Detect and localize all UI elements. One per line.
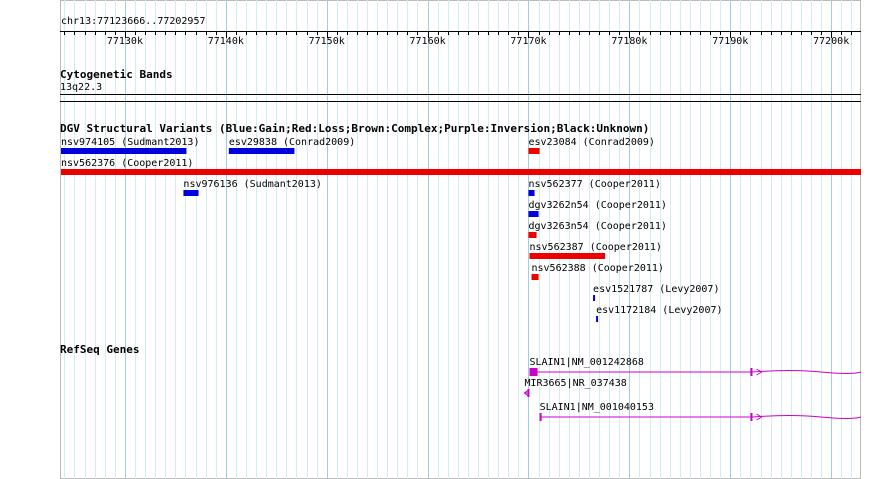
dgv-feature-label: dgv3263n54 (Cooper2011) [528,221,666,232]
dgv-feature[interactable]: nsv974105 (Sudmant2013) [61,137,199,154]
dgv-feature-label: esv29838 (Conrad2009) [229,137,355,148]
dgv-feature-label: nsv562377 (Cooper2011) [528,179,660,190]
dgv-feature-bar [528,148,540,154]
refseq-exon [750,368,753,376]
dgv-feature-bar [228,148,295,154]
ruler-tick-label: 77140k [208,36,244,47]
refseq-gene-label: MIR3665|NR_037438 [524,378,626,389]
dgv-feature-label: nsv976136 (Sudmant2013) [183,179,321,190]
refseq-exon [539,413,542,421]
dgv-feature-label: nsv562376 (Cooper2011) [61,158,193,169]
track-title-dgv: DGV Structural Variants (Blue:Gain;Red:L… [60,122,649,135]
dgv-feature-bar [528,211,539,217]
refseq-gene-label: SLAIN1|NM_001040153 [540,402,654,413]
track-title-cytoband: Cytogenetic Bands [60,68,173,81]
dgv-feature-label: nsv974105 (Sudmant2013) [61,137,199,148]
dgv-feature-bar [593,295,596,301]
dgv-feature-label: esv1172184 (Levy2007) [596,305,722,316]
locus-label: chr13:77123666..77202957 [61,16,206,27]
dgv-feature-label: nsv562387 (Cooper2011) [529,242,661,253]
dgv-feature-bar [528,190,535,196]
dgv-feature-label: esv23084 (Conrad2009) [528,137,654,148]
dgv-feature-bar [61,169,861,175]
dgv-feature-bar [528,232,537,238]
genome-browser-canvas: chr13:77123666..77202957 77130k 77140k 771… [60,0,862,479]
ruler-tick-label: 77130k [107,36,143,47]
ruler-tick-label: 77190k [712,36,748,47]
dgv-feature-bar [61,148,187,154]
refseq-gene-label: SLAIN1|NM_001242868 [529,357,643,368]
dgv-feature-bar [529,253,606,259]
dgv-feature-label: nsv562388 (Cooper2011) [532,263,664,274]
track-title-refseq: RefSeq Genes [60,343,139,356]
ruler-tick-label: 77150k [309,36,345,47]
dgv-feature-label: dgv3262n54 (Cooper2011) [528,200,666,211]
refseq-exon [529,368,538,376]
dgv-feature-label: esv1521787 (Levy2007) [593,284,719,295]
ruler-tick-label: 77180k [611,36,647,47]
cytoband-label: 13q22.3 [60,82,102,93]
dgv-feature-bar [183,190,199,196]
refseq-exon [527,389,530,397]
dgv-feature-bar [596,316,599,322]
ruler-tick-label: 77200k [813,36,849,47]
refseq-exon [750,413,753,421]
ruler-tick-label: 77160k [410,36,446,47]
dgv-feature-bar [531,274,539,280]
ruler-tick-label: 77170k [510,36,546,47]
